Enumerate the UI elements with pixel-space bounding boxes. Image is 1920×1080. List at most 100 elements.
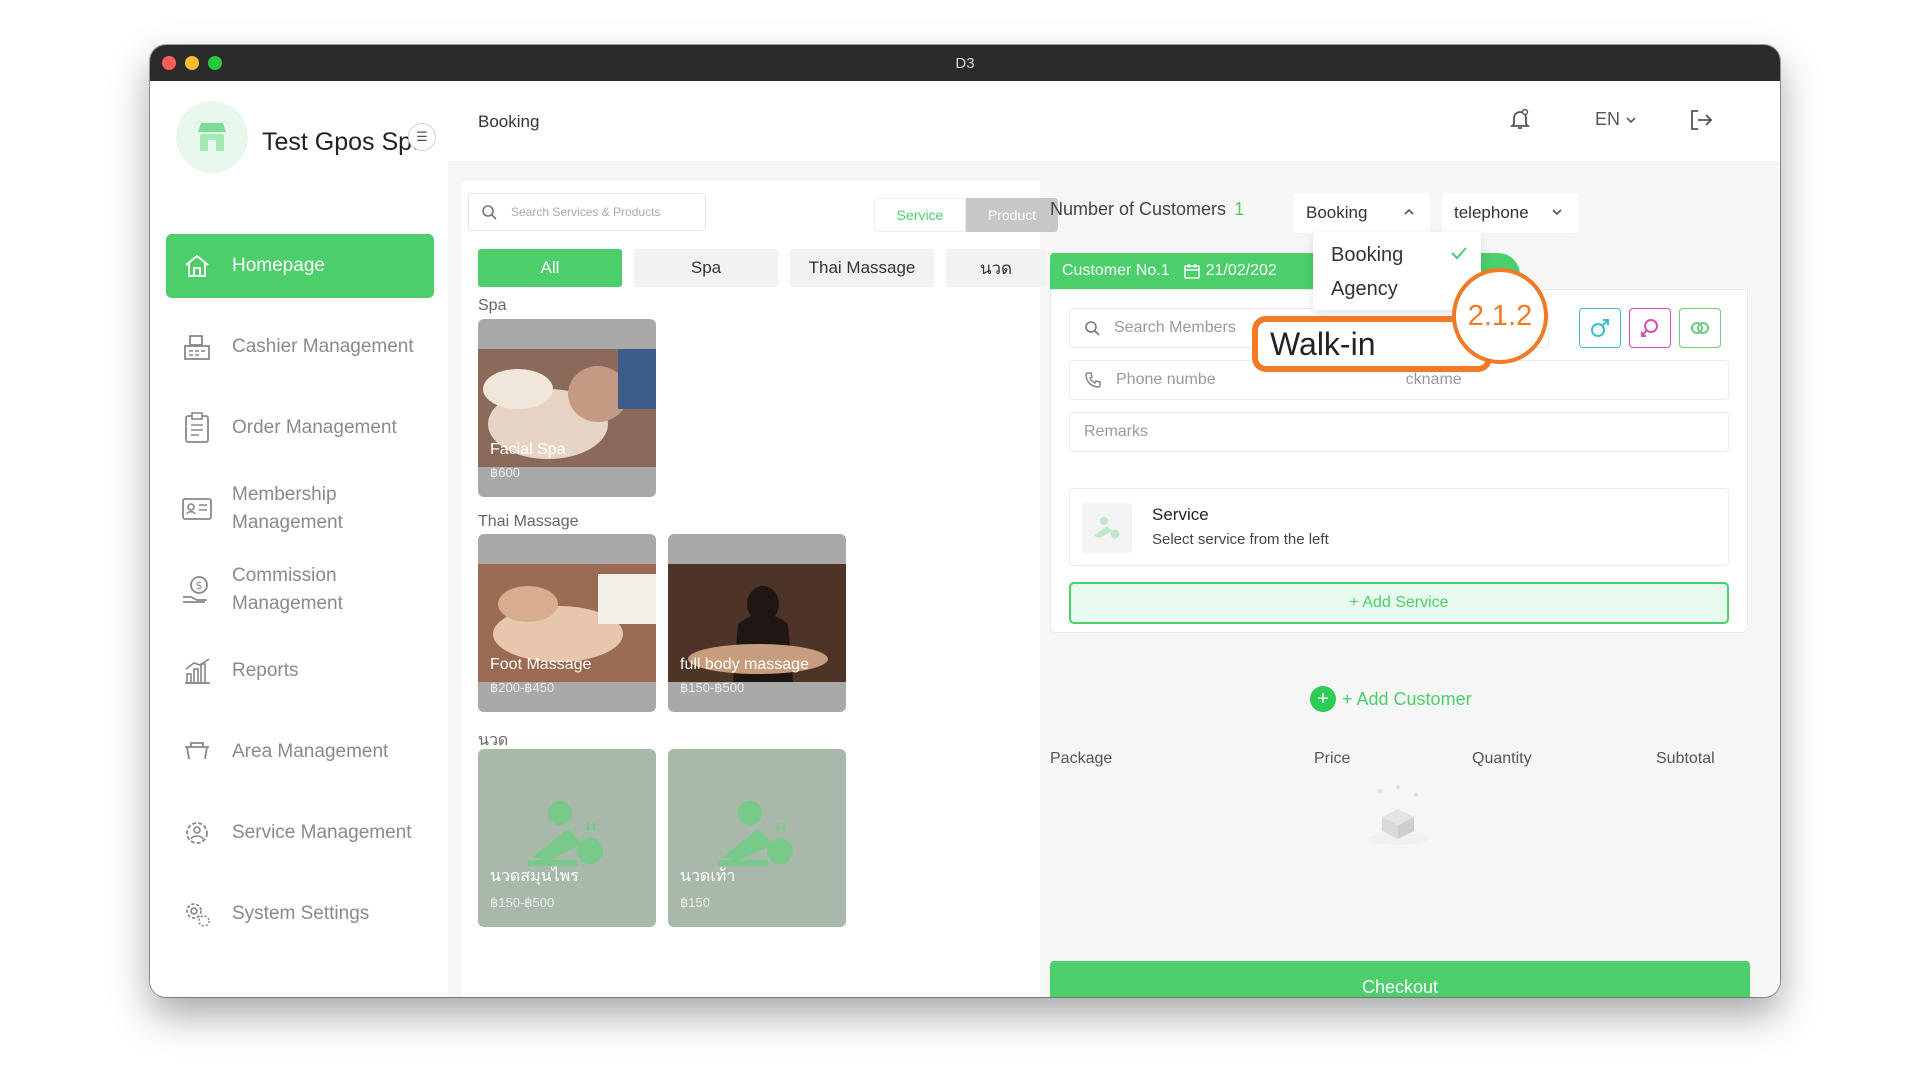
service-card-price: ฿150-฿500 [680,680,745,695]
service-card[interactable]: นวดสมุนไพร ฿150-฿500 [478,749,656,927]
dropdown-option-booking[interactable]: Booking [1331,244,1403,267]
catalog-search-placeholder: Search Services & Products [511,205,661,219]
empty-box-icon [1368,785,1428,845]
service-card-name: Facial Spa [490,441,566,458]
calendar-icon [1183,264,1200,279]
add-customer-label: + Add Customer [1342,688,1472,709]
dropdown-option-agency[interactable]: Agency [1331,278,1398,301]
sidebar-item-label: System Settings [232,903,370,924]
massage-placeholder-icon [718,801,793,866]
sidebar-nav: Homepage Cashier Management Order Manage… [166,234,434,963]
gender-male-button[interactable] [1579,308,1621,348]
group-label-thai: Thai Massage [478,513,579,530]
add-service-button[interactable]: + Add Service [1069,582,1729,624]
chart-icon [180,654,214,688]
noc-label: Number of Customers [1050,199,1227,219]
window-controls [162,56,222,70]
gender-neutral-icon [1691,322,1709,334]
group-label-spa: Spa [478,297,507,314]
logout-icon[interactable] [1688,108,1714,137]
service-card-name: Foot Massage [490,656,592,673]
gender-female-button[interactable] [1629,308,1671,348]
sidebar-item-service[interactable]: Service Management [166,801,434,865]
svg-text:$: $ [196,579,203,592]
brand-name: Test Gpos Spa [262,127,426,156]
remarks-placeholder: Remarks [1084,423,1149,440]
plus-icon: + [1310,686,1336,712]
sidebar-item-settings[interactable]: System Settings [166,882,434,946]
selected-service-box: Service Select service from the left [1069,488,1729,566]
sidebar-item-membership[interactable]: Membership Management [166,477,434,541]
number-of-customers: Number of Customers 1 [1050,199,1244,220]
sidebar-item-label: Membership Management [232,484,343,533]
service-card[interactable]: Facial Spa ฿600 [478,319,656,497]
collapse-sidebar-button[interactable]: ☰ [408,123,436,151]
language-select[interactable]: EN [1595,109,1637,130]
category-thai-massage[interactable]: Thai Massage [790,249,934,287]
booking-type-select[interactable]: Booking [1294,193,1430,233]
sidebar-item-label: Order Management [232,417,397,438]
membership-card-icon [180,492,214,526]
remarks-input[interactable]: Remarks [1069,412,1729,452]
maximize-window-button[interactable] [208,56,222,70]
check-icon [1451,247,1467,260]
service-card[interactable]: Foot Massage ฿200-฿450 [478,534,656,712]
booking-type-value: Booking [1306,203,1368,222]
service-card-price: ฿150 [680,895,710,910]
sidebar-item-order[interactable]: Order Management [166,396,434,460]
step-badge: 2.1.2 [1452,268,1548,364]
minimize-window-button[interactable] [185,56,199,70]
service-card[interactable]: full body massage ฿150-฿500 [668,534,846,712]
checkout-button[interactable]: Checkout [1050,961,1750,997]
category-spa[interactable]: Spa [634,249,778,287]
service-card-name: full body massage [680,656,809,673]
category-tabs: All Spa Thai Massage นวด [478,249,1046,287]
notification-bell-icon[interactable] [1508,107,1532,136]
sidebar-item-reports[interactable]: Reports [166,639,434,703]
main-area: Booking EN Search Services & Products Se… [448,81,1780,997]
category-all[interactable]: All [478,249,622,287]
service-subtitle: Select service from the left [1152,531,1329,548]
booking-source-select[interactable]: telephone [1442,193,1578,233]
column-price: Price [1314,750,1351,767]
sidebar: Test Gpos Spa ☰ Homepage Cashier Managem… [150,81,448,997]
sidebar-item-commission[interactable]: $ Commission Management [166,558,434,622]
toggle-product[interactable]: Product [966,198,1058,232]
chevron-up-icon [1404,208,1414,215]
add-customer-button[interactable]: + + Add Customer [1310,686,1472,712]
brand: Test Gpos Spa [176,101,426,173]
sidebar-item-label: Reports [232,660,299,681]
sidebar-item-area[interactable]: Area Management [166,720,434,784]
page-title: Booking [478,112,540,131]
service-card-price: ฿200-฿450 [490,680,555,695]
search-icon [482,205,497,220]
massage-icon [1082,503,1132,553]
noc-value: 1 [1234,199,1245,219]
cashier-icon [180,330,214,364]
sidebar-item-label: Commission Management [232,565,343,614]
customer-tab-label: Customer No.1 [1062,262,1170,279]
phone-icon [1085,372,1101,388]
service-card[interactable]: นวดเท้า ฿150 [668,749,846,927]
toggle-service[interactable]: Service [874,198,966,232]
clipboard-icon [180,411,214,445]
service-card-price: ฿150-฿500 [490,895,555,910]
service-icon [180,816,214,850]
female-icon [1641,319,1658,337]
close-window-button[interactable] [162,56,176,70]
search-icon [1085,321,1100,336]
booking-source-value: telephone [1454,203,1529,222]
gear-icon [180,897,214,931]
male-icon [1591,319,1609,337]
sidebar-item-homepage[interactable]: Homepage [166,234,434,298]
category-nuad[interactable]: นวด [946,249,1046,287]
sidebar-item-label: Cashier Management [232,336,414,357]
gender-other-button[interactable] [1679,308,1721,348]
sidebar-item-cashier[interactable]: Cashier Management [166,315,434,379]
chevron-down-icon [1552,209,1562,216]
nickname-placeholder: ckname [1405,371,1462,388]
massage-placeholder-icon [528,801,603,866]
catalog-search-input[interactable]: Search Services & Products [468,193,706,231]
column-quantity: Quantity [1472,750,1532,767]
phone-number-placeholder: Phone numbe [1116,371,1216,388]
